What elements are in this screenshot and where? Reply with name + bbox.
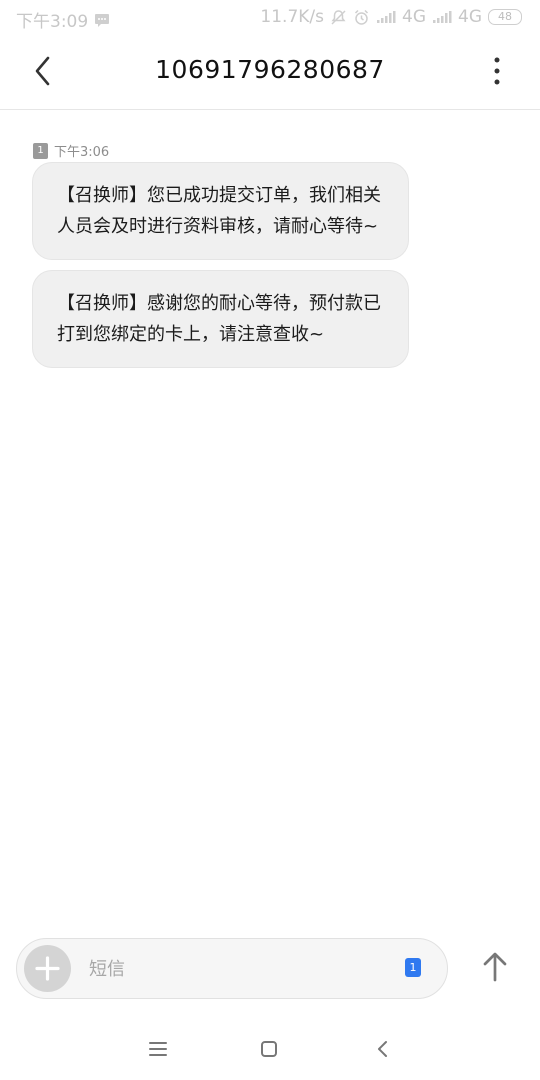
message-bubble[interactable]: 【召换师】您已成功提交订单，我们相关人员会及时进行资料审核，请耐心等待~ — [32, 162, 409, 260]
status-left: 下午3:09 — [16, 7, 110, 32]
message-bubble[interactable]: 【召换师】感谢您的耐心等待，预付款已打到您绑定的卡上，请注意查收~ — [32, 270, 409, 368]
sms-input[interactable] — [89, 954, 349, 984]
alarm-icon — [354, 9, 369, 25]
message-text: 【召换师】感谢您的耐心等待，预付款已打到您绑定的卡上，请注意查收~ — [57, 293, 381, 345]
message-meta: 1 下午3:06 — [33, 141, 109, 160]
add-attachment-button[interactable] — [24, 945, 71, 992]
sms-notification-icon — [95, 13, 110, 27]
network-speed: 11.7K/s — [260, 7, 324, 27]
sim-select-button[interactable]: 1 — [405, 958, 421, 977]
plus-icon — [35, 956, 60, 981]
home-button[interactable] — [257, 1037, 281, 1061]
message-time: 下午3:06 — [54, 145, 110, 160]
conversation-title: 10691796280687 — [155, 55, 385, 84]
signal-4g-label-2: 4G — [458, 7, 482, 27]
system-back-button[interactable] — [371, 1037, 395, 1061]
status-right: 11.7K/s 4G 4G 48 — [260, 7, 522, 27]
send-button[interactable] — [480, 950, 510, 984]
more-options-button[interactable] — [488, 56, 506, 86]
sim-card-icon: 1 — [33, 142, 48, 159]
message-text: 【召换师】您已成功提交订单，我们相关人员会及时进行资料审核，请耐心等待~ — [57, 185, 381, 237]
arrow-up-icon — [483, 952, 507, 982]
square-icon — [261, 1041, 277, 1057]
more-vert-icon — [494, 57, 500, 85]
mute-icon — [331, 9, 346, 25]
signal-4g-label: 4G — [402, 7, 426, 27]
signal-icon — [377, 11, 396, 23]
status-bar: 下午3:09 11.7K/s 4G 4G 48 — [0, 0, 540, 34]
chevron-left-icon — [378, 1041, 387, 1057]
system-navigation-bar — [0, 1016, 540, 1080]
message-composer: 1 — [16, 938, 448, 999]
recent-apps-button[interactable] — [146, 1037, 170, 1061]
battery-icon: 48 — [488, 9, 522, 25]
signal-icon-2 — [433, 11, 452, 23]
menu-icon — [149, 1042, 167, 1056]
conversation-header: 10691796280687 — [0, 34, 540, 110]
status-time: 下午3:09 — [16, 12, 89, 32]
